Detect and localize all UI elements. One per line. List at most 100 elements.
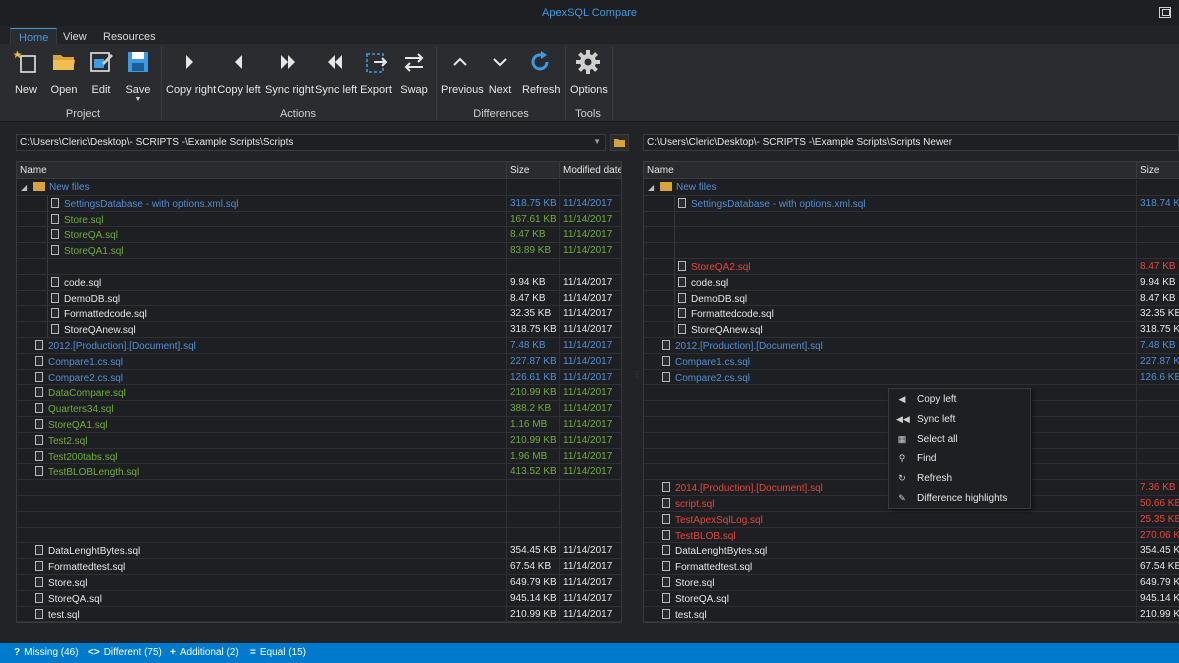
table-row[interactable]: Formattedcode.sql 32.35 KB 11/14/2017 xyxy=(17,306,621,323)
placeholder-row[interactable] xyxy=(644,227,1179,244)
title-bar: ApexSQL Compare xyxy=(0,0,1179,26)
placeholder-row[interactable] xyxy=(17,480,621,496)
table-row[interactable]: StoreQA2.sql 8.47 KB xyxy=(644,259,1179,275)
table-row[interactable]: DataCompare.sql 210.99 KB 11/14/2017 xyxy=(17,385,621,402)
table-row[interactable]: Quarters34.sql 388.2 KB 11/14/2017 xyxy=(17,401,621,417)
column-header-name[interactable]: Name xyxy=(644,162,1137,179)
save-dropdown-icon[interactable]: ▼ xyxy=(122,96,154,103)
table-row[interactable]: DataLenghtBytes.sql 354.45 KB 11/14/2017 xyxy=(17,543,621,560)
table-row[interactable]: Test200tabs.sql 1.96 MB 11/14/2017 xyxy=(17,448,621,465)
name-cell xyxy=(644,227,1137,244)
open-button[interactable]: Open xyxy=(48,48,80,98)
status-different[interactable]: <> Different (75) xyxy=(88,647,162,658)
context-menu-item[interactable]: ↻ Refresh xyxy=(889,469,1030,488)
status-additional[interactable]: + Additional (2) xyxy=(170,647,239,658)
refresh-button[interactable]: Refresh xyxy=(522,48,561,98)
tab-view[interactable]: View xyxy=(55,28,95,45)
status-missing[interactable]: ? Missing (46) xyxy=(14,647,79,658)
table-row[interactable]: StoreQA.sql 945.14 KB xyxy=(644,590,1179,607)
options-button[interactable]: Options xyxy=(570,48,608,98)
tab-resources[interactable]: Resources xyxy=(95,28,164,45)
table-row[interactable]: Store.sql 167.61 KB 11/14/2017 xyxy=(17,211,621,228)
swap-button[interactable]: Swap xyxy=(398,48,430,98)
table-row[interactable]: Formattedtest.sql 67.54 KB xyxy=(644,559,1179,575)
status-equal[interactable]: = Equal (15) xyxy=(250,647,306,658)
table-row[interactable]: SettingsDatabase - with options.xml.sql 3… xyxy=(17,195,621,212)
chevron-down-icon[interactable]: ▼ xyxy=(593,137,601,146)
table-row[interactable]: Compare1.cs.sql 227.87 KB xyxy=(644,353,1179,370)
placeholder-row[interactable] xyxy=(644,243,1179,259)
placeholder-row[interactable] xyxy=(17,511,621,528)
tab-home[interactable]: Home xyxy=(10,28,58,45)
column-header-modified-date[interactable]: Modified date xyxy=(560,162,621,179)
table-row[interactable]: TestBLOBLength.sql 413.52 KB 11/14/2017 xyxy=(17,464,621,481)
next-button[interactable]: Next xyxy=(484,48,516,98)
left-path-field[interactable]: C:\Users\Cleric\Desktop\- SCRIPTS -\Exam… xyxy=(16,134,606,151)
export-button[interactable]: Export xyxy=(359,48,393,98)
table-row[interactable]: StoreQAnew.sql 318.75 KB 11/14/2017 xyxy=(17,322,621,338)
context-menu-item[interactable]: ⚲ Find xyxy=(889,449,1030,468)
table-row[interactable]: DemoDB.sql 8.47 KB 11/14/2017 xyxy=(17,290,621,307)
splitter-grip[interactable]: ⋮ xyxy=(633,370,641,390)
placeholder-row[interactable] xyxy=(17,527,621,544)
table-row[interactable]: StoreQA1.sql 1.16 MB 11/14/2017 xyxy=(17,417,621,433)
table-row[interactable]: Store.sql 649.79 KB 11/14/2017 xyxy=(17,575,621,591)
sync-right-button[interactable]: Sync right xyxy=(265,48,314,98)
sync-left-button[interactable]: Sync left xyxy=(315,48,357,98)
column-header-name[interactable]: Name xyxy=(17,162,507,179)
save-button[interactable]: Save ▼ xyxy=(122,48,154,103)
name-cell xyxy=(644,211,1137,228)
table-row[interactable]: StoreQA.sql 8.47 KB 11/14/2017 xyxy=(17,227,621,244)
context-menu-item[interactable]: ◀ Copy left xyxy=(889,390,1030,409)
table-row[interactable]: SettingsDatabase - with options.xml.sql 3… xyxy=(644,195,1179,212)
copy-right-button[interactable]: Copy right xyxy=(166,48,216,98)
table-row[interactable]: TestBLOB.sql 270.06 KB xyxy=(644,527,1179,544)
table-row[interactable]: Compare2.cs.sql 126.6 KB xyxy=(644,369,1179,386)
previous-button[interactable]: Previous xyxy=(441,48,484,98)
name-cell: StoreQA2.sql xyxy=(644,259,1137,275)
restore-window-icon[interactable] xyxy=(1159,7,1171,18)
double-arrow-left-icon xyxy=(328,55,342,69)
table-row[interactable]: 2012.[Production].[Document].sql 7.48 KB xyxy=(644,338,1179,354)
tree-guide xyxy=(674,290,675,306)
table-row[interactable]: Formattedcode.sql 32.35 KB xyxy=(644,306,1179,323)
table-row[interactable]: Store.sql 649.79 KB xyxy=(644,575,1179,591)
file-name: Compare1.cs.sql xyxy=(675,356,751,368)
context-menu-item[interactable]: ✎ Difference highlights xyxy=(889,489,1030,508)
table-row[interactable]: Test2.sql 210.99 KB 11/14/2017 xyxy=(17,432,621,449)
edit-button[interactable]: Edit xyxy=(86,48,116,98)
table-row[interactable]: code.sql 9.94 KB xyxy=(644,274,1179,291)
folder-row[interactable]: ◢ New files xyxy=(644,180,1179,196)
chevron-down-icon xyxy=(493,58,507,67)
right-path-field[interactable]: C:\Users\Cleric\Desktop\- SCRIPTS -\Exam… xyxy=(643,134,1179,151)
table-row[interactable]: Compare1.cs.sql 227.87 KB 11/14/2017 xyxy=(17,353,621,370)
date-cell: 11/14/2017 xyxy=(560,464,621,480)
table-row[interactable]: 2012.[Production].[Document].sql 7.48 KB 1… xyxy=(17,338,621,354)
column-header-size[interactable]: Size xyxy=(1137,162,1179,179)
folder-row[interactable]: ◢ New files xyxy=(17,180,621,196)
collapse-icon[interactable]: ◢ xyxy=(648,183,660,192)
browse-folder-button[interactable] xyxy=(610,134,629,151)
date-cell: 11/14/2017 xyxy=(560,417,621,433)
table-row[interactable]: StoreQA.sql 945.14 KB 11/14/2017 xyxy=(17,590,621,607)
placeholder-row[interactable] xyxy=(17,496,621,512)
column-header-size[interactable]: Size xyxy=(507,162,560,179)
copy-left-button[interactable]: Copy left xyxy=(217,48,261,98)
placeholder-row[interactable] xyxy=(644,211,1179,228)
new-button[interactable]: New xyxy=(10,48,42,98)
file-name: Compare2.cs.sql xyxy=(675,372,751,384)
table-row[interactable]: DemoDB.sql 8.47 KB xyxy=(644,290,1179,307)
context-menu-item[interactable]: ▦ Select all xyxy=(889,430,1030,449)
table-row[interactable]: test.sql 210.99 KB xyxy=(644,606,1179,622)
table-row[interactable]: StoreQA1.sql 83.89 KB 11/14/2017 xyxy=(17,243,621,259)
table-row[interactable]: DataLenghtBytes.sql 354.45 KB xyxy=(644,543,1179,560)
table-row[interactable]: TestApexSqlLog.sql 25.35 KB xyxy=(644,511,1179,528)
collapse-icon[interactable]: ◢ xyxy=(21,183,33,192)
table-row[interactable]: Formattedtest.sql 67.54 KB 11/14/2017 xyxy=(17,559,621,575)
table-row[interactable]: StoreQAnew.sql 318.75 KB xyxy=(644,322,1179,338)
table-row[interactable]: test.sql 210.99 KB 11/14/2017 xyxy=(17,606,621,622)
context-menu-item[interactable]: ◀◀ Sync left xyxy=(889,410,1030,429)
table-row[interactable]: code.sql 9.94 KB 11/14/2017 xyxy=(17,274,621,291)
table-row[interactable]: Compare2.cs.sql 126.61 KB 11/14/2017 xyxy=(17,369,621,386)
placeholder-row[interactable] xyxy=(17,259,621,275)
